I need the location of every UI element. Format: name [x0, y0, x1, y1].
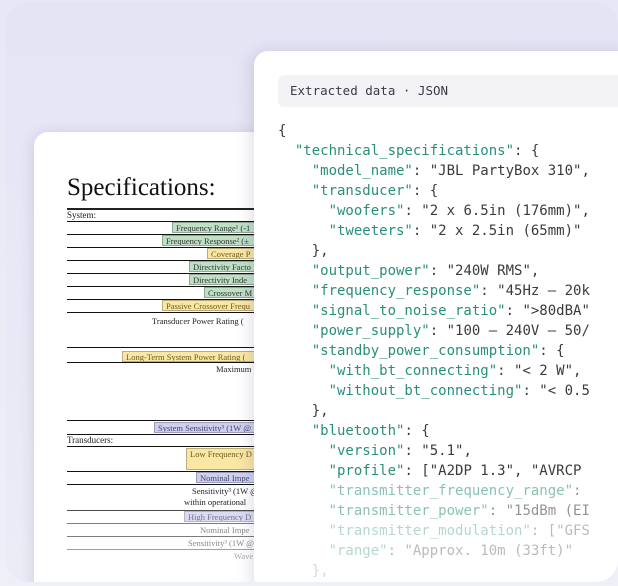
json-key: "bluetooth"	[311, 423, 405, 439]
json-value: : {	[514, 143, 540, 159]
json-value: : {	[412, 183, 439, 199]
json-key: "version"	[328, 443, 405, 459]
json-key: "model_name"	[311, 163, 413, 179]
json-value: : ">80dBA"	[505, 303, 590, 319]
json-key: "transmitter_frequency_range"	[328, 483, 574, 499]
json-line: "profile": ["A2DP 1.3", "AVRCP	[278, 461, 590, 481]
spec-within-operational: within operational	[184, 497, 247, 507]
json-key: "transmitter_modulation"	[328, 523, 531, 539]
json-line: "transmitter_frequency_range":	[278, 481, 590, 501]
transducers-label: Transducers:	[67, 435, 114, 445]
json-value: },	[311, 243, 329, 259]
json-line: "power_supply": "100 – 240V – 50/	[278, 321, 590, 341]
json-value: : "Approx. 10m (33ft)"	[387, 543, 574, 559]
json-value: : "5.1",	[404, 443, 472, 459]
spec-wave: Wave	[234, 551, 254, 561]
json-value: : "100 – 240V – 50/	[429, 323, 590, 339]
json-line: "transmitter_modulation": ["GFS	[278, 521, 590, 541]
json-value: },	[311, 403, 329, 419]
json-line: "transmitter_power": "15dBm (EI	[278, 501, 590, 521]
json-line: "technical_specifications": {	[278, 141, 590, 161]
json-line: },	[278, 561, 590, 581]
json-value: : ["A2DP 1.3", "AVRCP	[404, 463, 582, 479]
app-frame: Specifications: System: Frequency Range¹…	[6, 2, 618, 582]
json-value: :	[573, 483, 582, 499]
spec-nominal-impedance-2: Nominal Impe	[200, 525, 250, 535]
json-code-block: { "technical_specifications": { "model_n…	[278, 121, 590, 581]
json-line: "tweeters": "2 x 2.5in (65mm)"	[278, 221, 590, 241]
json-key: "technical_specifications"	[294, 143, 515, 159]
json-key: "standby_power_consumption"	[311, 343, 540, 359]
json-panel-header: Extracted data · JSON	[278, 75, 618, 107]
json-key: "transmitter_power"	[328, 503, 489, 519]
json-line: "frequency_response": "45Hz – 20k	[278, 281, 590, 301]
json-value: : {	[404, 423, 430, 439]
json-line: "transducer": {	[278, 181, 590, 201]
json-line: "standby_power_consumption": {	[278, 341, 590, 361]
json-line: "range": "Approx. 10m (33ft)"	[278, 541, 590, 561]
json-key: "profile"	[328, 463, 405, 479]
json-key: "with_bt_connecting"	[328, 363, 498, 379]
json-value: : "2 x 6.5in (176mm)",	[404, 203, 590, 219]
json-key: "signal_to_noise_ratio"	[311, 303, 506, 319]
json-key: "output_power"	[311, 263, 430, 279]
json-key: "range"	[328, 543, 388, 559]
spec-maximum: Maximum	[216, 364, 252, 374]
json-line: "signal_to_noise_ratio": ">80dBA"	[278, 301, 590, 321]
json-key: "frequency_response"	[311, 283, 481, 299]
json-value: : "45Hz – 20k	[480, 283, 590, 299]
spec-transducer-power: Transducer Power Rating (	[152, 316, 244, 326]
json-line: "version": "5.1",	[278, 441, 590, 461]
json-key: "woofers"	[328, 203, 405, 219]
json-value: : {	[539, 343, 565, 359]
json-value: : ["GFS	[530, 523, 590, 539]
spec-sensitivity-3: Sensitivity³ (1W @	[188, 538, 254, 548]
json-value: {	[278, 123, 287, 139]
json-value: : "< 2 W",	[497, 363, 582, 379]
json-value: : "240W RMS",	[429, 263, 540, 279]
json-value: },	[311, 563, 329, 579]
json-line: "model_name": "JBL PartyBox 310",	[278, 161, 590, 181]
json-key: "power_supply"	[311, 323, 430, 339]
json-key: "transducer"	[311, 183, 413, 199]
json-line: },	[278, 401, 590, 421]
json-line: "woofers": "2 x 6.5in (176mm)",	[278, 201, 590, 221]
document-title: Specifications:	[67, 174, 216, 201]
json-line: {	[278, 121, 590, 141]
json-key: "tweeters"	[328, 223, 413, 239]
json-value: : "15dBm (EI	[488, 503, 590, 519]
json-key: "without_bt_connecting"	[328, 383, 523, 399]
spec-sensitivity: Sensitivity³ (1W @	[192, 486, 258, 496]
system-label: System:	[67, 210, 97, 220]
json-value: : "JBL PartyBox 310",	[412, 163, 590, 179]
json-line: "bluetooth": {	[278, 421, 590, 441]
json-line: "without_bt_connecting": "< 0.5	[278, 381, 590, 401]
json-line: },	[278, 241, 590, 261]
json-line: "with_bt_connecting": "< 2 W",	[278, 361, 590, 381]
json-line: "output_power": "240W RMS",	[278, 261, 590, 281]
json-value: : "< 0.5	[522, 383, 590, 399]
json-value: : "2 x 2.5in (65mm)"	[412, 223, 582, 239]
json-panel: Extracted data · JSON { "technical_speci…	[254, 51, 618, 582]
